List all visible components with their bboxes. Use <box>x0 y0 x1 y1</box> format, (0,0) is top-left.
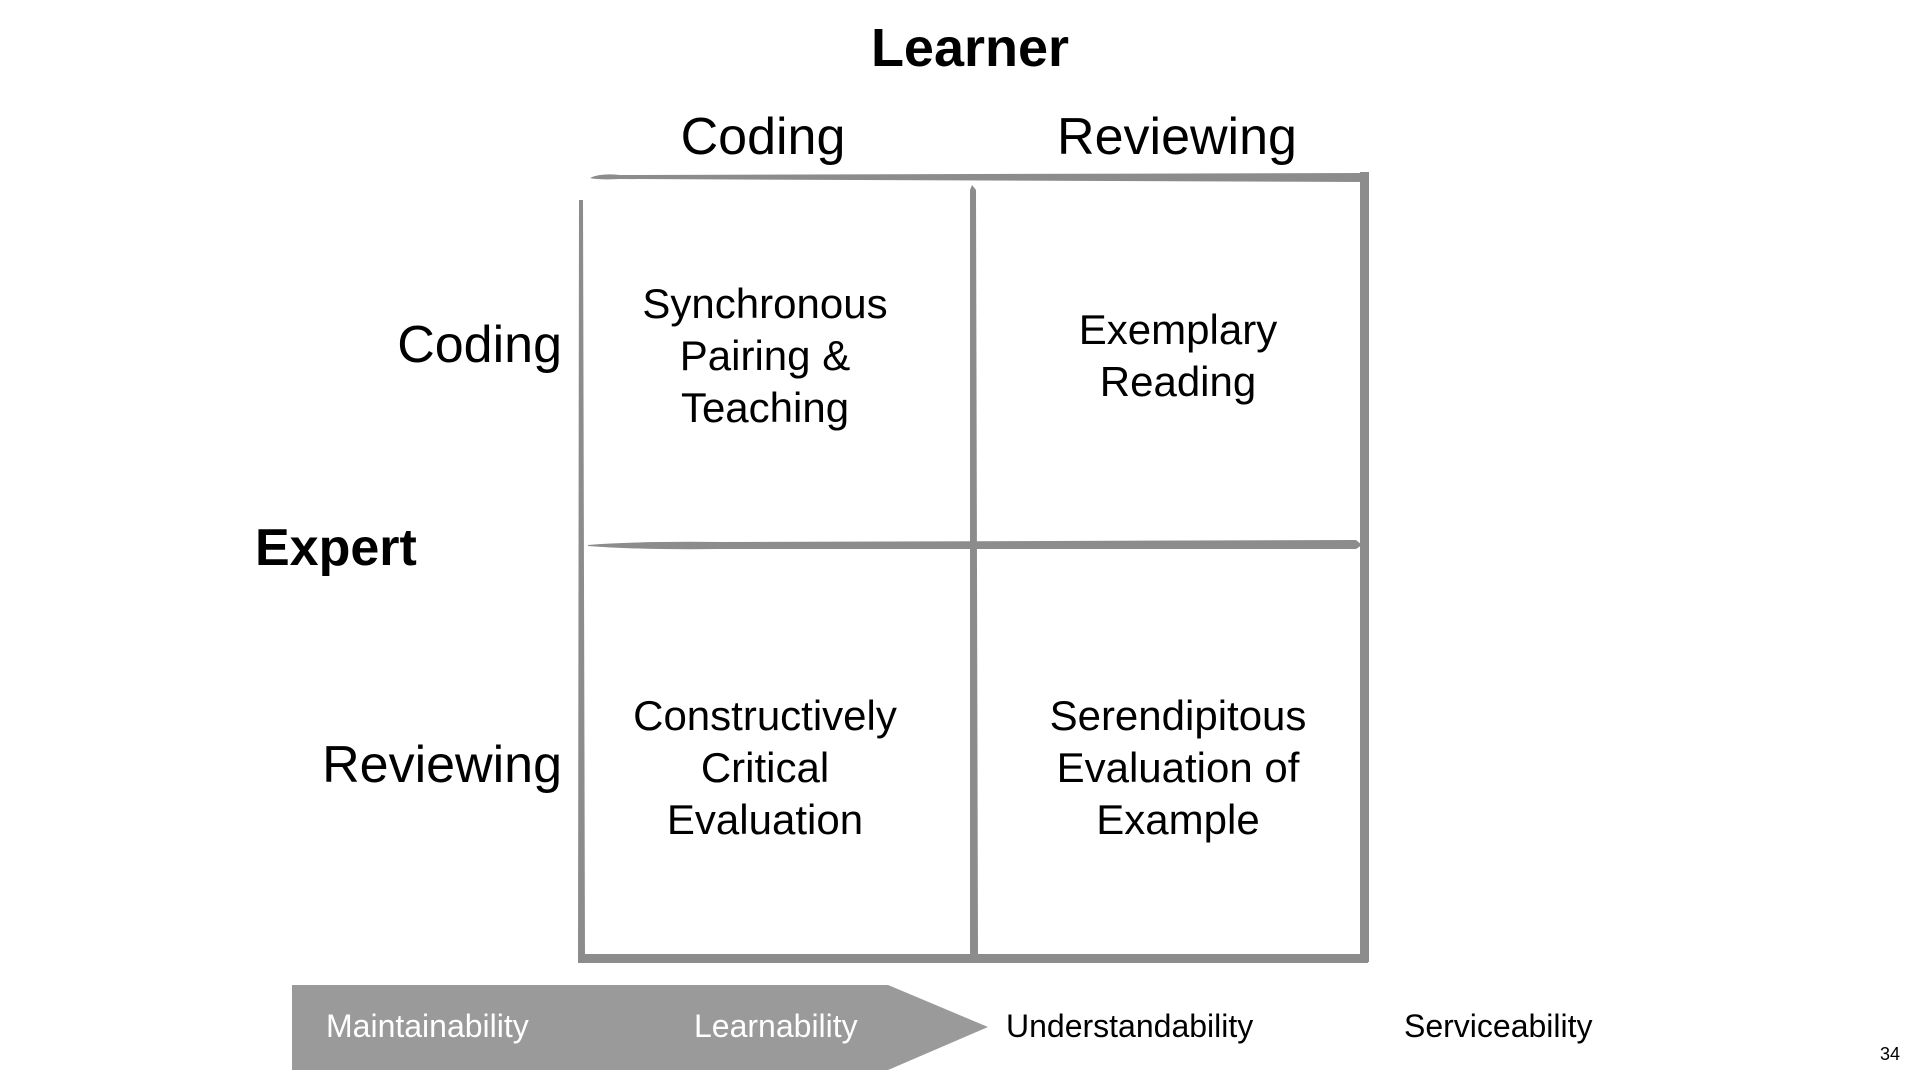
quality-learnability: Learnability <box>694 1008 858 1044</box>
cell-exemplary-reading: Exemplary Reading <box>1078 306 1278 405</box>
grid-left-border <box>578 200 585 962</box>
learner-axis-title: Learner <box>870 18 1070 78</box>
quality-maintainability: Maintainability <box>326 1008 529 1044</box>
grid-right-border <box>1360 172 1369 962</box>
slide-page-number: 34 <box>1879 1044 1900 1064</box>
expert-axis-title: Expert <box>255 519 417 577</box>
quality-understandability: Understandability <box>1006 1008 1254 1044</box>
grid-vertical-divider <box>970 185 978 958</box>
cell-constructively-critical-evaluation: Constructively Critical Evaluation <box>633 692 897 843</box>
grid-top-border <box>590 173 1368 182</box>
grid-horizontal-divider <box>588 540 1362 550</box>
row-header-reviewing: Reviewing <box>322 736 562 794</box>
column-header-coding: Coding <box>680 108 846 166</box>
cell-synchronous-pairing: Synchronous Pairing & Teaching <box>642 280 888 431</box>
row-header-coding: Coding <box>397 316 562 374</box>
column-header-reviewing: Reviewing <box>1057 108 1297 166</box>
quality-serviceability: Serviceability <box>1404 1008 1593 1044</box>
cell-serendipitous-evaluation: Serendipitous Evaluation of Example <box>1049 692 1307 843</box>
